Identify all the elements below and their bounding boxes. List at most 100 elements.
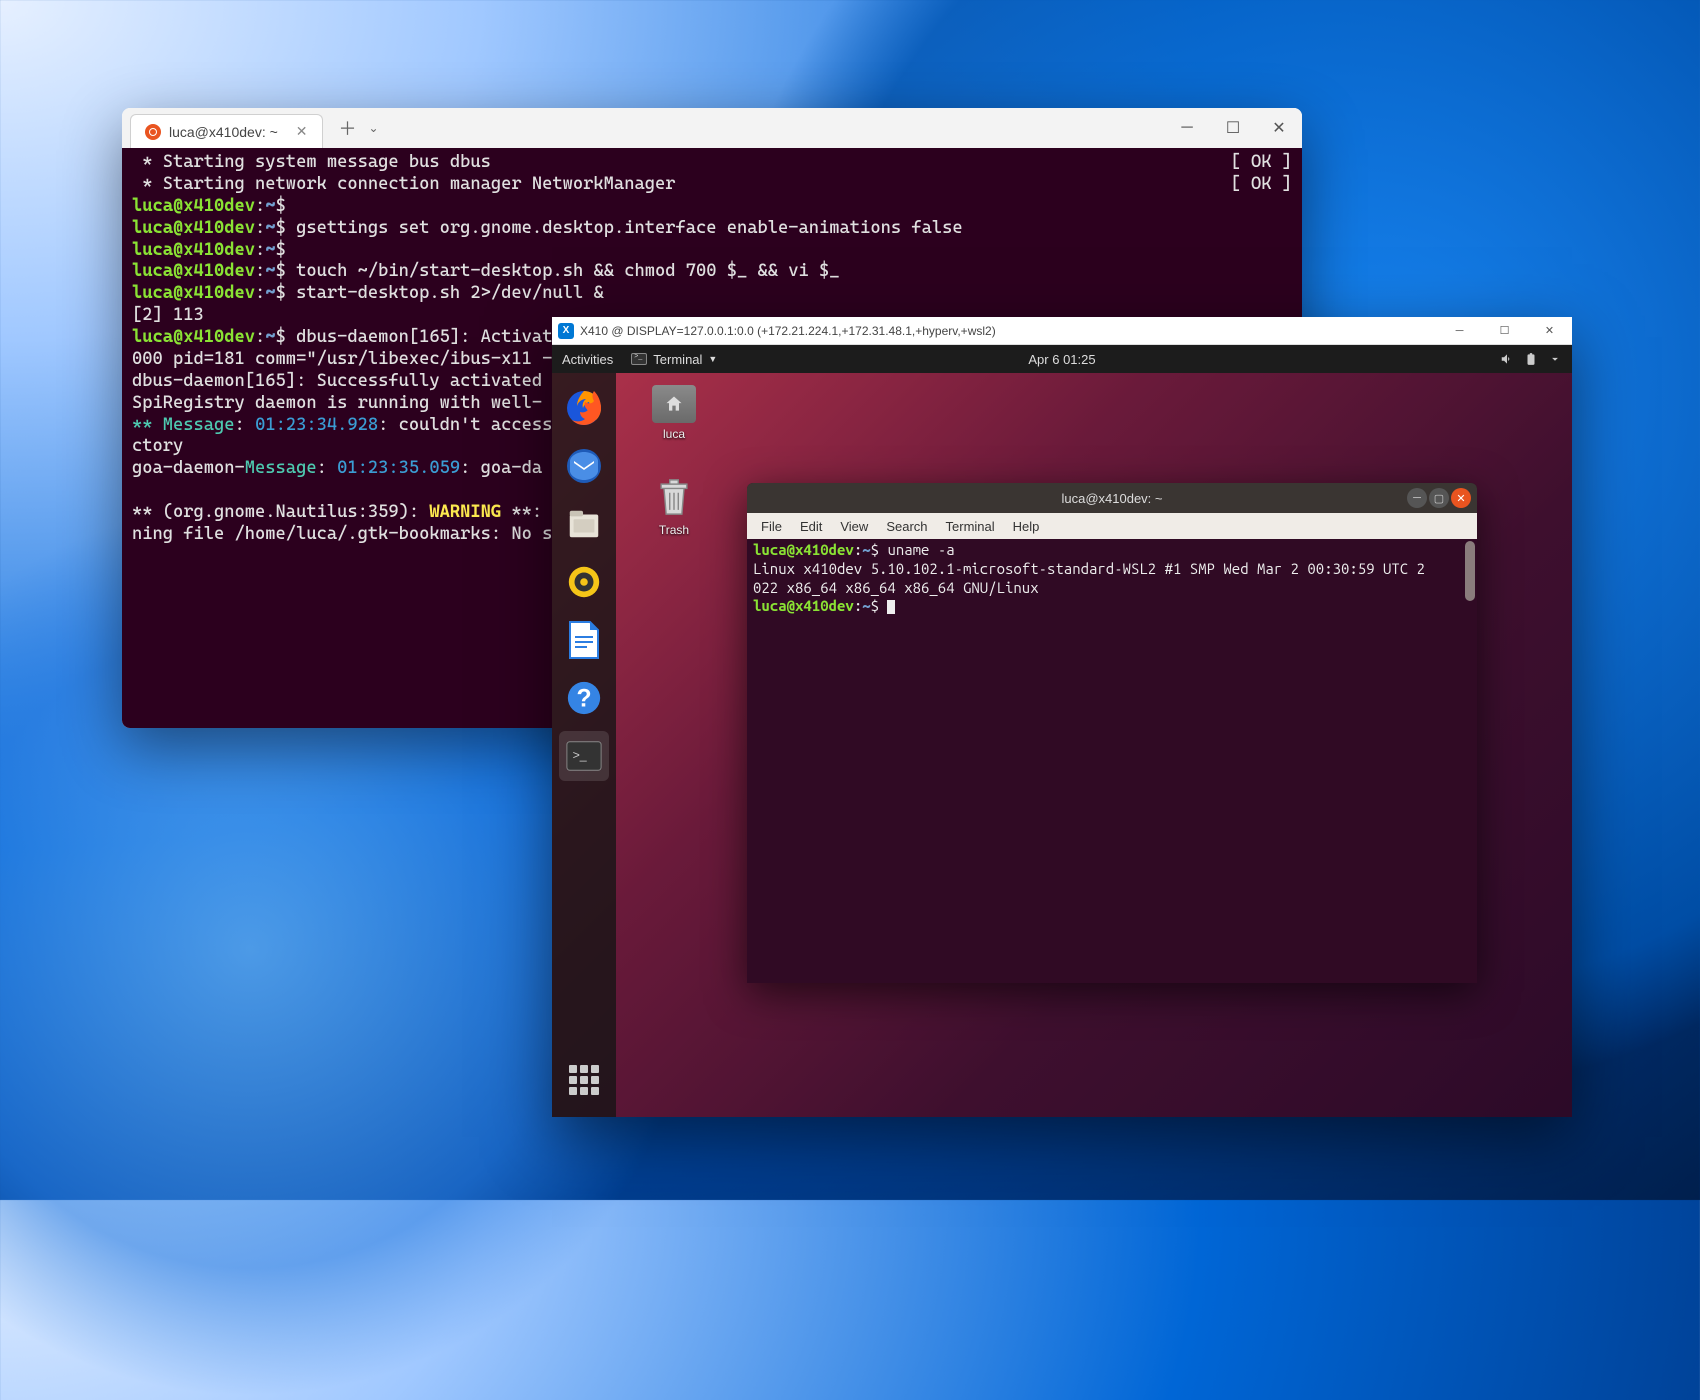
music-icon [565, 563, 603, 601]
desktop-home-folder[interactable]: luca [652, 385, 696, 441]
app-menu[interactable]: Terminal ▼ [631, 352, 717, 367]
menu-terminal[interactable]: Terminal [938, 517, 1003, 536]
prompt-user: luca@x410dev [753, 597, 854, 614]
terminal-icon: >_ [565, 739, 603, 773]
menu-edit[interactable]: Edit [792, 517, 830, 536]
x410-icon: X [558, 323, 574, 339]
output-line: ** (org.gnome.Nautilus:359): [132, 502, 429, 522]
chevron-down-icon: ▼ [708, 354, 717, 364]
command: gsettings set org.gnome.desktop.interfac… [296, 218, 963, 238]
prompt-user: luca@x410dev [132, 283, 255, 303]
maximize-button[interactable]: ▢ [1429, 488, 1449, 508]
command: uname -a [887, 541, 954, 558]
dock-firefox[interactable] [559, 383, 609, 433]
terminal-icon [631, 353, 647, 365]
log-timestamp: 01:23:35.059 [337, 458, 460, 478]
app-menu-label: Terminal [653, 352, 702, 367]
prompt-path: ~ [862, 541, 870, 558]
gnome-desktop[interactable]: Activities Terminal ▼ Apr 6 01:25 luca [552, 345, 1572, 1117]
gnome-terminal-menubar: File Edit View Search Terminal Help [747, 513, 1477, 539]
prompt-user: luca@x410dev [132, 327, 255, 347]
prompt-user: luca@x410dev [132, 196, 255, 216]
clock[interactable]: Apr 6 01:25 [1028, 352, 1095, 367]
firefox-icon [564, 388, 604, 428]
close-button[interactable]: ✕ [1451, 488, 1471, 508]
command: start-desktop.sh 2>/dev/null & [296, 283, 604, 303]
activities-button[interactable]: Activities [562, 352, 613, 367]
prompt-user: luca@x410dev [132, 218, 255, 238]
chevron-down-icon [1548, 352, 1562, 366]
prompt-user: luca@x410dev [753, 541, 854, 558]
prompt-user: luca@x410dev [132, 261, 255, 281]
prompt-path: ~ [265, 261, 275, 281]
tab-close-icon[interactable]: ✕ [296, 123, 308, 140]
dock-help[interactable]: ? [559, 673, 609, 723]
log-label: Message [245, 458, 317, 478]
status-ok: [ OK ] [1230, 152, 1292, 174]
output-line: [2] 113 [132, 305, 204, 325]
desktop-trash[interactable]: Trash [652, 475, 696, 537]
dock-terminal[interactable]: >_ [559, 731, 609, 781]
close-button[interactable]: ✕ [1256, 108, 1302, 148]
gnome-terminal-titlebar[interactable]: luca@x410dev: ~ ─ ▢ ✕ [747, 483, 1477, 513]
output-line: Linux x410dev 5.10.102.1-microsoft-stand… [753, 560, 1425, 577]
battery-icon [1524, 352, 1538, 366]
menu-search[interactable]: Search [878, 517, 935, 536]
menu-view[interactable]: View [832, 517, 876, 536]
output-line: goa-daemon- [132, 458, 245, 478]
minimize-button[interactable]: ─ [1437, 317, 1482, 345]
apps-grid-icon [569, 1065, 599, 1095]
prompt-path: ~ [265, 218, 275, 238]
scrollbar[interactable] [1465, 541, 1475, 601]
x410-titlebar[interactable]: X X410 @ DISPLAY=127.0.0.1:0.0 (+172.21.… [552, 317, 1572, 345]
log-timestamp: 01:23:34.928 [255, 415, 378, 435]
help-icon: ? [565, 679, 603, 717]
gnome-terminal-window: luca@x410dev: ~ ─ ▢ ✕ File Edit View Sea… [747, 483, 1477, 983]
prompt-user: luca@x410dev [132, 240, 255, 260]
output-line: SpiRegistry daemon is running with well- [132, 393, 542, 413]
output-line: 000 pid=181 comm="/usr/libexec/ibus-x11 … [132, 349, 552, 369]
output-line: * Starting system message bus dbus [132, 152, 491, 172]
gnome-top-panel: Activities Terminal ▼ Apr 6 01:25 [552, 345, 1572, 373]
tab-dropdown-icon[interactable]: ⌄ [363, 121, 385, 135]
log-warning: WARNING [429, 502, 501, 522]
dock-files[interactable] [559, 499, 609, 549]
volume-icon [1500, 352, 1514, 366]
windows-terminal-titlebar[interactable]: luca@x410dev: ~ ✕ ＋ ⌄ ─ ☐ ✕ [122, 108, 1302, 148]
maximize-button[interactable]: ☐ [1210, 108, 1256, 148]
document-icon [566, 620, 602, 660]
output-line: 022 x86_64 x86_64 x86_64 GNU/Linux [753, 579, 1039, 596]
menu-file[interactable]: File [753, 517, 790, 536]
prompt-path: ~ [265, 240, 275, 260]
output-line: dbus-daemon[165]: Activat [296, 327, 552, 347]
output-line: : couldn't access [378, 415, 552, 435]
ubuntu-icon [145, 124, 161, 140]
gnome-terminal-output[interactable]: luca@x410dev:~$ uname -a Linux x410dev 5… [747, 539, 1477, 983]
thunderbird-icon [564, 446, 604, 486]
terminal-tab[interactable]: luca@x410dev: ~ ✕ [130, 114, 323, 148]
output-line: **: [501, 502, 542, 522]
dock-libreoffice[interactable] [559, 615, 609, 665]
minimize-button[interactable]: ─ [1407, 488, 1427, 508]
output-line: ning file /home/luca/.gtk-bookmarks: No … [132, 524, 552, 544]
window-title: luca@x410dev: ~ [1061, 491, 1162, 506]
dock-thunderbird[interactable] [559, 441, 609, 491]
trash-icon [652, 475, 696, 519]
svg-text:>_: >_ [573, 748, 587, 762]
output-line: * Starting network connection manager Ne… [132, 174, 675, 194]
menu-help[interactable]: Help [1005, 517, 1048, 536]
prompt-path: ~ [265, 283, 275, 303]
output-line: : goa-da [460, 458, 542, 478]
files-icon [565, 505, 603, 543]
system-tray[interactable] [1500, 352, 1562, 366]
dock-rhythmbox[interactable] [559, 557, 609, 607]
cursor [887, 600, 895, 614]
tab-title: luca@x410dev: ~ [169, 124, 278, 140]
folder-icon [652, 385, 696, 423]
close-button[interactable]: ✕ [1527, 317, 1572, 345]
new-tab-button[interactable]: ＋ [333, 115, 363, 141]
prompt-path: ~ [265, 327, 275, 347]
maximize-button[interactable]: ☐ [1482, 317, 1527, 345]
dock-show-apps[interactable] [559, 1055, 609, 1105]
minimize-button[interactable]: ─ [1164, 108, 1210, 148]
